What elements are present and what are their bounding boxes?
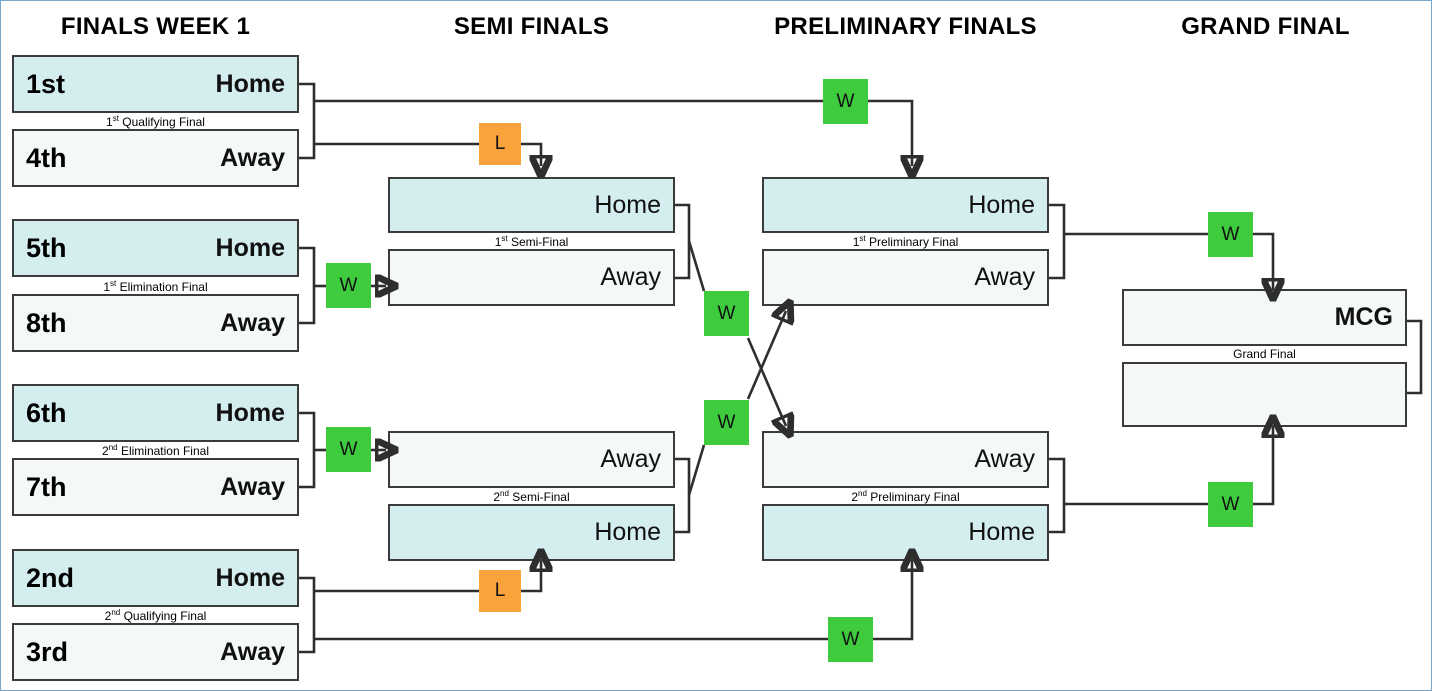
week1-match4-home-side: Home xyxy=(215,563,285,592)
week1-match1-home-box[interactable]: 1st Home xyxy=(12,55,299,113)
preliminary2-top-side: Away xyxy=(974,445,1035,473)
semifinal2-top-box[interactable]: Away xyxy=(388,431,675,488)
week1-match3-away-seed: 7th xyxy=(26,471,67,502)
winner-badge-sf2[interactable]: W xyxy=(704,400,749,445)
winner-badge-ef1[interactable]: W xyxy=(326,263,371,308)
semifinal1-label: 1st Semi-Final xyxy=(494,234,569,249)
week1-match3-label: 2nd Elimination Final xyxy=(102,443,209,458)
week1-match4-away-box[interactable]: 3rd Away xyxy=(12,623,299,681)
week1-match2-home-side: Home xyxy=(215,233,285,262)
wire-sf1-winner-to-pf2-away xyxy=(746,337,786,426)
wire-qf2-loser-to-sf2 xyxy=(521,561,541,593)
bracket-gf xyxy=(1407,319,1423,395)
winner-badge-qf2[interactable]: W xyxy=(828,617,873,662)
semifinal2-top-side: Away xyxy=(600,445,661,473)
week1-match4-away-side: Away xyxy=(220,637,285,666)
week1-match1-home-seed: 1st xyxy=(26,68,66,99)
winner-badge-sf1[interactable]: W xyxy=(704,291,749,336)
week1-match2-home-box[interactable]: 5th Home xyxy=(12,219,299,277)
semifinal1-bottom-side: Away xyxy=(600,263,661,291)
winner-badge-pf2[interactable]: W xyxy=(1208,482,1253,527)
column-header-finals-week-1: FINALS WEEK 1 xyxy=(60,13,251,40)
bracket-qf1 xyxy=(299,82,316,160)
semifinal2-bottom-box[interactable]: Home xyxy=(388,504,675,561)
loser-badge-qf2[interactable]: L xyxy=(479,570,521,612)
wire-sf2-winner-to-pf1-away xyxy=(746,311,786,400)
winner-badge-pf1[interactable]: W xyxy=(1208,212,1253,257)
week1-match3-home-box[interactable]: 6th Home xyxy=(12,384,299,442)
column-header-semi-finals: SEMI FINALS xyxy=(453,13,610,40)
week1-match3-away-box[interactable]: 7th Away xyxy=(12,458,299,516)
wire-sf1-to-wbadge xyxy=(687,240,706,292)
wire-pf2-winner-to-gf-bottom xyxy=(1253,427,1273,506)
winner-badge-ef2[interactable]: W xyxy=(326,427,371,472)
grandfinal-top-box[interactable]: MCG xyxy=(1122,289,1407,346)
week1-match4-label: 2nd Qualifying Final xyxy=(104,608,207,623)
semifinal1-bottom-box[interactable]: Away xyxy=(388,249,675,306)
semifinal2-bottom-side: Home xyxy=(594,518,661,546)
week1-match1-away-side: Away xyxy=(220,143,285,172)
bracket-sf1 xyxy=(674,203,691,280)
preliminary1-bottom-side: Away xyxy=(974,263,1035,291)
week1-match2-away-box[interactable]: 8th Away xyxy=(12,294,299,352)
preliminary1-top-side: Home xyxy=(968,190,1035,219)
column-header-grand-final: GRAND FINAL xyxy=(1181,13,1350,40)
bracket-ef1 xyxy=(299,246,316,325)
bracket-pf1 xyxy=(1049,203,1066,280)
wire-sf2-to-wbadge xyxy=(687,444,706,496)
finals-bracket-diagram: FINALS WEEK 1 SEMI FINALS PRELIMINARY FI… xyxy=(0,0,1432,691)
week1-match4-home-box[interactable]: 2nd Home xyxy=(12,549,299,607)
wire-qf1-loser-to-sf1 xyxy=(521,142,541,166)
loser-badge-qf1[interactable]: L xyxy=(479,123,521,165)
preliminary1-label: 1st Preliminary Final xyxy=(852,234,959,249)
preliminary2-bottom-side: Home xyxy=(968,518,1035,546)
bracket-ef2 xyxy=(299,411,316,489)
wire-qf1-winner-to-pf1 xyxy=(868,99,912,166)
grandfinal-bottom-box[interactable] xyxy=(1122,362,1407,427)
week1-match2-label: 1st Elimination Final xyxy=(103,279,208,294)
week1-match4-home-seed: 2nd xyxy=(26,562,75,593)
semifinal1-top-side: Home xyxy=(594,190,661,219)
bracket-qf2 xyxy=(299,576,316,654)
week1-match1-away-box[interactable]: 4th Away xyxy=(12,129,299,187)
week1-match1-away-seed: 4th xyxy=(26,142,67,173)
preliminary2-top-box[interactable]: Away xyxy=(762,431,1049,488)
preliminary2-bottom-box[interactable]: Home xyxy=(762,504,1049,561)
week1-match1-label: 1st Qualifying Final xyxy=(106,114,205,129)
bracket-sf2 xyxy=(674,457,691,534)
wire-pf1-winner-to-gf-top xyxy=(1253,232,1273,289)
semifinal1-top-box[interactable]: Home xyxy=(388,177,675,233)
week1-match3-home-side: Home xyxy=(215,398,285,427)
week1-match4-away-seed: 3rd xyxy=(26,636,69,667)
week1-match3-home-seed: 6th xyxy=(26,397,67,428)
bracket-pf2 xyxy=(1049,457,1066,534)
preliminary2-label: 2nd Preliminary Final xyxy=(851,489,960,504)
week1-match2-away-seed: 8th xyxy=(26,307,67,338)
wire-qf2-winner-to-pf2 xyxy=(873,561,912,641)
week1-match1-home-side: Home xyxy=(215,69,285,98)
column-header-preliminary-finals: PRELIMINARY FINALS xyxy=(774,13,1037,40)
winner-badge-qf1[interactable]: W xyxy=(823,79,868,124)
grandfinal-venue: MCG xyxy=(1334,303,1393,331)
preliminary1-top-box[interactable]: Home xyxy=(762,177,1049,233)
semifinal2-label: 2nd Semi-Final xyxy=(493,489,570,504)
grandfinal-label: Grand Final xyxy=(1233,347,1296,361)
week1-match2-home-seed: 5th xyxy=(26,232,67,263)
week1-match2-away-side: Away xyxy=(220,308,285,337)
week1-match3-away-side: Away xyxy=(220,472,285,501)
preliminary1-bottom-box[interactable]: Away xyxy=(762,249,1049,306)
